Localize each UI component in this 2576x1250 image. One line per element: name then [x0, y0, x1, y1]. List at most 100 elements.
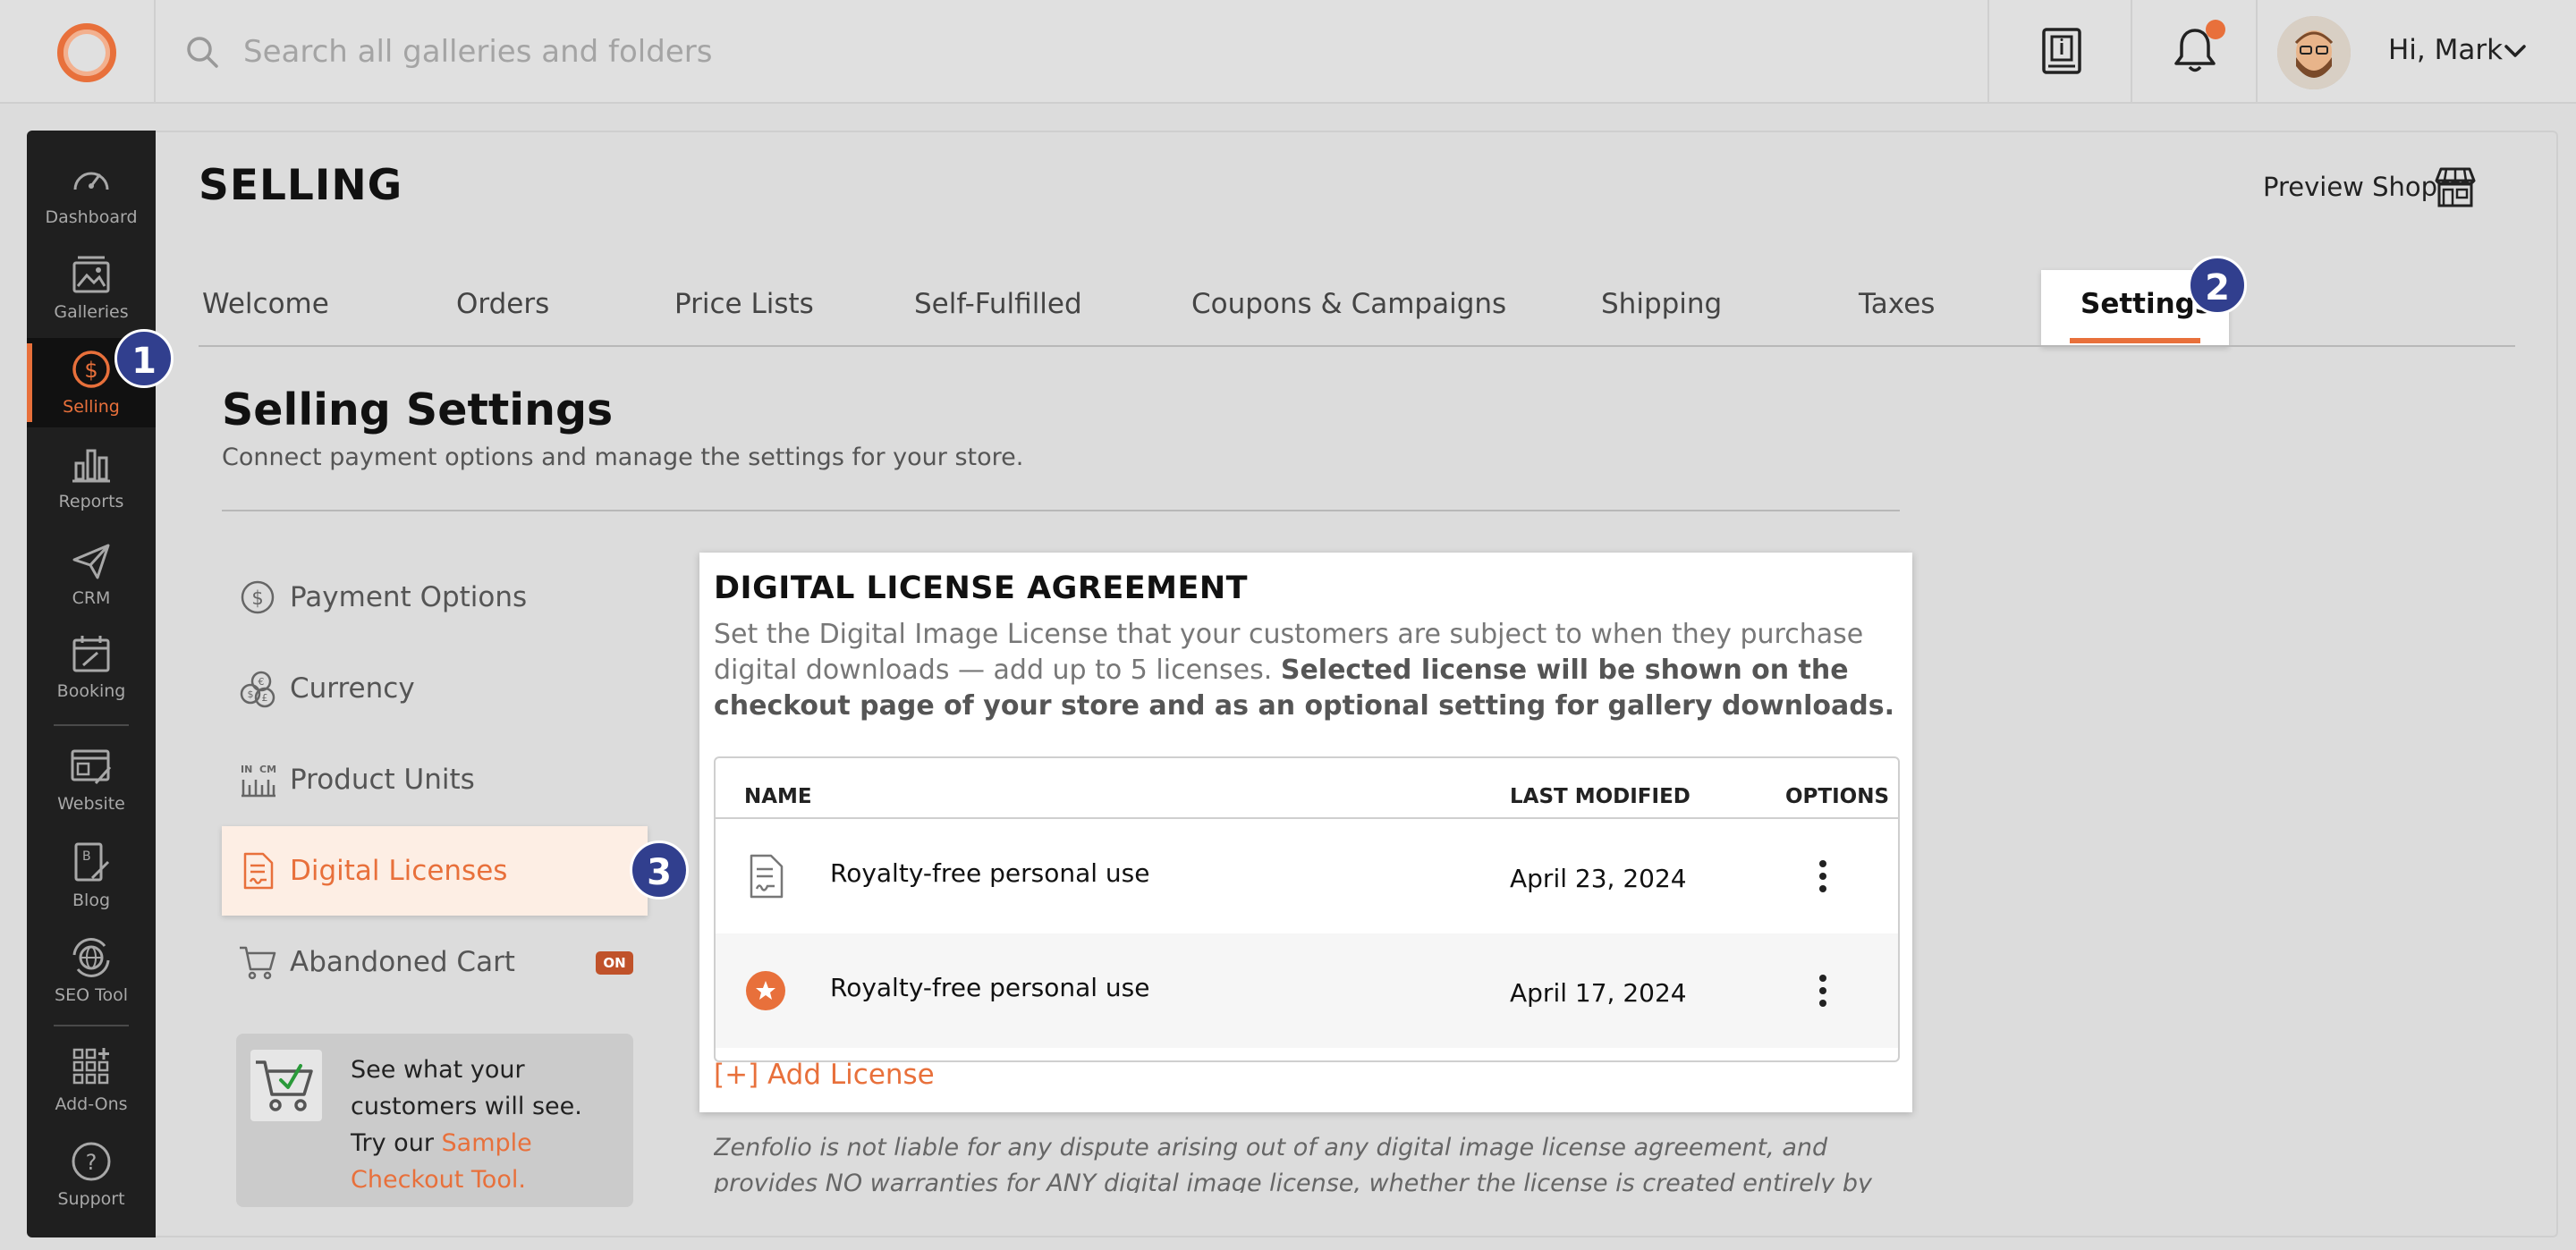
- tab-shipping[interactable]: Shipping: [1601, 288, 1722, 320]
- settings-item-payment-options[interactable]: $ Payment Options: [222, 553, 648, 642]
- chevron-down-icon[interactable]: [2503, 41, 2528, 61]
- gallery-icon: [72, 256, 110, 293]
- search-icon: [187, 37, 218, 68]
- promo-text: See what your customers will see. Try ou…: [351, 1052, 619, 1198]
- nav-item-add-ons[interactable]: Add-Ons: [27, 1035, 156, 1125]
- nav-item-seo-tool[interactable]: SEO Tool: [27, 926, 156, 1016]
- nav-item-reports[interactable]: Reports: [27, 433, 156, 522]
- bar-chart-icon: [72, 449, 110, 483]
- top-bar: Hi, Mark: [0, 0, 2576, 104]
- nav-label: Blog: [72, 891, 110, 910]
- column-header-last-modified: LAST MODIFIED: [1510, 785, 1690, 808]
- license-document-icon: [243, 852, 274, 890]
- nav-item-blog[interactable]: B Blog: [27, 832, 156, 921]
- settings-item-label: Currency: [290, 672, 415, 705]
- column-header-name: NAME: [744, 785, 812, 808]
- section-subtitle: Connect payment options and manage the s…: [222, 443, 1024, 471]
- table-row[interactable]: Royalty-free personal use April 23, 2024: [716, 819, 1898, 933]
- svg-text:£: £: [262, 692, 268, 704]
- nav-item-support[interactable]: ? Support: [27, 1130, 156, 1220]
- nav-label: Booking: [56, 681, 126, 701]
- section-title: Selling Settings: [222, 384, 614, 435]
- avatar[interactable]: [2277, 16, 2351, 89]
- divider: [154, 0, 156, 104]
- storefront-icon[interactable]: [2433, 165, 2478, 209]
- user-greeting[interactable]: Hi, Mark: [2388, 34, 2503, 66]
- nav-item-booking[interactable]: Booking: [27, 622, 156, 712]
- callout-badge: 3: [630, 840, 689, 899]
- svg-text:?: ?: [86, 1150, 97, 1175]
- callout-badge: 1: [114, 329, 174, 388]
- license-last-modified: April 23, 2024: [1510, 864, 1687, 893]
- grid-plus-icon: [72, 1048, 109, 1085]
- guide-book-icon[interactable]: [2041, 27, 2082, 75]
- nav-item-galleries[interactable]: Galleries: [27, 243, 156, 333]
- nav-label: Selling: [63, 397, 120, 417]
- notification-dot: [2206, 20, 2225, 39]
- nav-label: Add-Ons: [55, 1094, 128, 1114]
- dollar-circle-icon: $: [72, 351, 110, 388]
- nav-label: CRM: [72, 588, 111, 608]
- tab-self-fulfilled[interactable]: Self-Fulfilled: [914, 288, 1082, 320]
- settings-item-label: Payment Options: [290, 581, 528, 613]
- svg-text:€: €: [258, 676, 265, 688]
- divider: [2256, 0, 2258, 104]
- tabs-divider: [199, 345, 2515, 347]
- tab-taxes[interactable]: Taxes: [1859, 288, 1935, 320]
- active-tab-underline: [2070, 338, 2200, 343]
- license-last-modified: April 17, 2024: [1510, 978, 1687, 1008]
- column-header-options: OPTIONS: [1785, 785, 1890, 808]
- help-circle-icon: ?: [72, 1142, 111, 1181]
- website-icon: [71, 749, 112, 784]
- nav-item-crm[interactable]: CRM: [27, 529, 156, 619]
- cart-check-icon: [250, 1050, 322, 1121]
- settings-item-digital-licenses[interactable]: Digital Licenses: [222, 826, 648, 916]
- nav-label: Support: [57, 1189, 125, 1209]
- table-row[interactable]: Royalty-free personal use April 17, 2024: [716, 933, 1898, 1048]
- license-name: Royalty-free personal use: [830, 973, 1150, 1002]
- sample-checkout-promo: See what your customers will see. Try ou…: [236, 1034, 633, 1207]
- dollar-circle-icon: $: [241, 580, 275, 614]
- cart-icon: [240, 946, 276, 980]
- tab-coupons-campaigns[interactable]: Coupons & Campaigns: [1191, 288, 1506, 320]
- document-icon: [750, 854, 784, 899]
- status-badge: ON: [596, 951, 633, 975]
- avatar-image: [2277, 16, 2351, 89]
- blog-edit-icon: B: [74, 842, 110, 882]
- settings-item-currency[interactable]: € $ £ Currency: [222, 644, 648, 733]
- preview-shop-link[interactable]: Preview Shop: [2263, 172, 2437, 202]
- svg-text:CM: CM: [259, 764, 276, 775]
- settings-item-product-units[interactable]: IN CM Product Units: [222, 735, 648, 824]
- calendar-icon: [72, 636, 110, 672]
- ruler-units-icon: IN CM: [241, 764, 276, 798]
- page-title: SELLING: [199, 161, 403, 210]
- coins-icon: € $ £: [240, 671, 275, 708]
- disclaimer-text: Zenfolio is not liable for any dispute a…: [714, 1134, 1872, 1193]
- add-license-link[interactable]: [+] Add License: [714, 1059, 935, 1091]
- paper-plane-icon: [72, 544, 110, 579]
- search-input[interactable]: [243, 27, 1406, 77]
- gauge-icon: [73, 172, 109, 190]
- tab-price-lists[interactable]: Price Lists: [674, 288, 814, 320]
- nav-label: Galleries: [54, 302, 129, 322]
- nav-item-website[interactable]: Website: [27, 735, 156, 824]
- divider: [2131, 0, 2132, 104]
- settings-item-label: Product Units: [290, 764, 475, 796]
- settings-item-label: Abandoned Cart: [290, 946, 515, 978]
- zenfolio-logo[interactable]: [57, 23, 116, 82]
- tab-welcome[interactable]: Welcome: [202, 288, 329, 320]
- more-options-icon[interactable]: [1814, 973, 1832, 1009]
- card-description: Set the Digital Image License that your …: [714, 617, 1903, 724]
- settings-item-abandoned-cart[interactable]: Abandoned Cart ON: [222, 917, 648, 1007]
- nav-label: Reports: [58, 492, 124, 511]
- svg-text:$: $: [251, 587, 263, 609]
- license-table: NAME LAST MODIFIED OPTIONS Royalty-free …: [714, 756, 1900, 1062]
- digital-license-card: DIGITAL LICENSE AGREEMENT Set the Digita…: [699, 553, 1912, 1112]
- globe-refresh-icon: [72, 938, 110, 977]
- more-options-icon[interactable]: [1814, 858, 1832, 894]
- nav-separator: [54, 724, 129, 726]
- left-nav: Dashboard Galleries $ Selling Reports CR…: [27, 131, 156, 1237]
- tab-orders[interactable]: Orders: [456, 288, 549, 320]
- star-icon: [746, 971, 785, 1010]
- nav-item-dashboard[interactable]: Dashboard: [27, 148, 156, 238]
